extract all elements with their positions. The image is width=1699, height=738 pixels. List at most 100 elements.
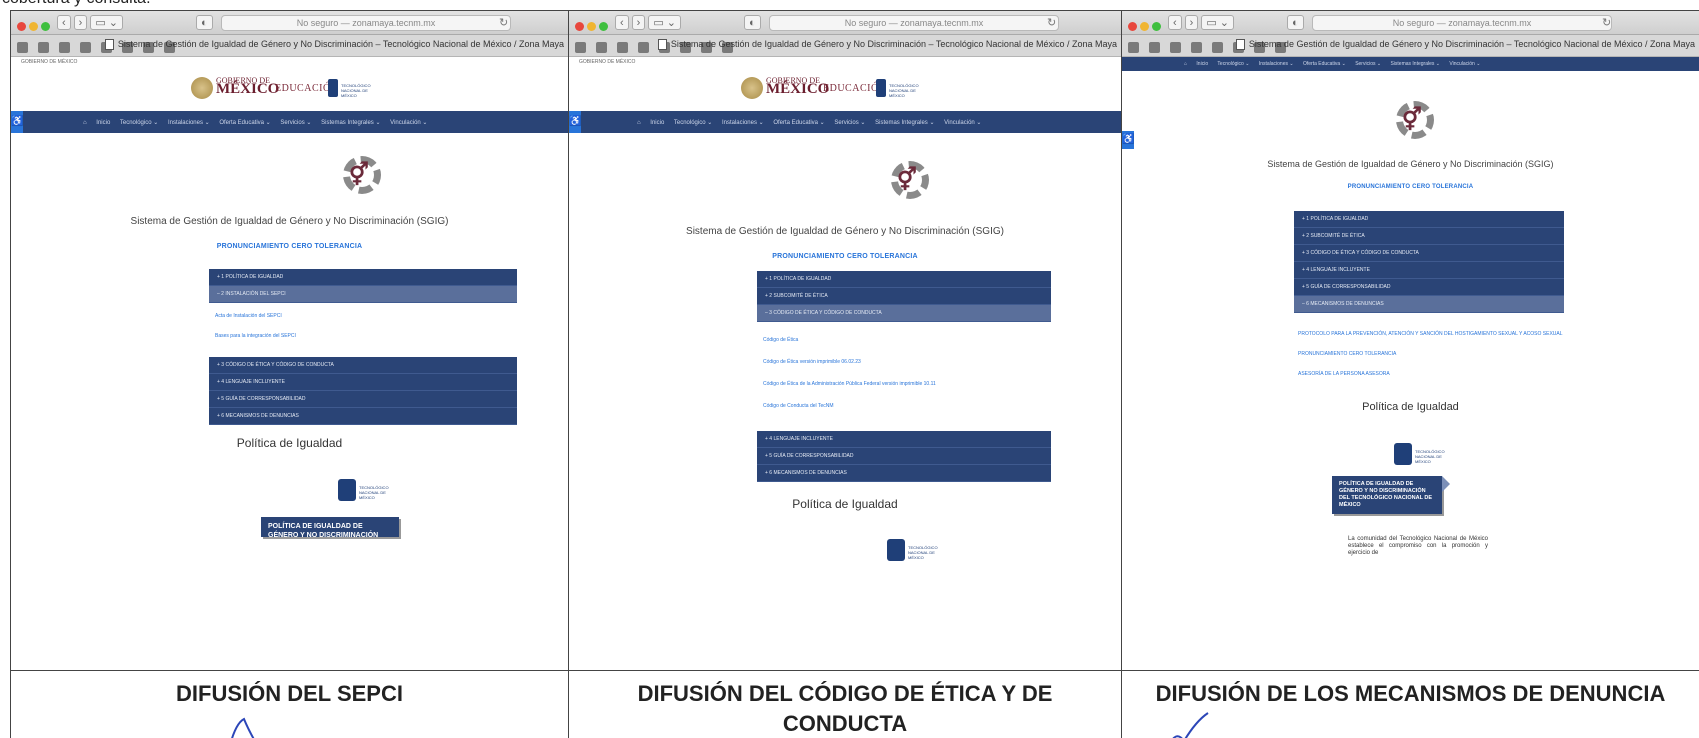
- nav-item-servicios[interactable]: Servicios ⌄: [834, 120, 865, 126]
- nav-item-inicio[interactable]: Inicio: [96, 120, 110, 126]
- home-icon[interactable]: ⌂: [637, 120, 641, 126]
- address-bar[interactable]: No seguro — zonamaya.tecnm.mx: [221, 15, 511, 31]
- screenshot-table: ‹ › ▭ ⌄ ◐ No seguro — zonamaya.tecnm.mx ↻ …: [10, 10, 1699, 738]
- nav-item-instalaciones[interactable]: Instalaciones ⌄: [1259, 61, 1294, 67]
- tecnm-logo-icon[interactable]: [876, 79, 886, 97]
- accordion-item[interactable]: + 5 GUÍA DE CORRESPONSABILIDAD: [1294, 279, 1564, 296]
- nav-item-vinculacion[interactable]: Vinculación ⌄: [390, 120, 427, 126]
- nav-item-vinculacion[interactable]: Vinculación ⌄: [1449, 61, 1480, 67]
- nav-item-tecnologico[interactable]: Tecnológico ⌄: [1217, 61, 1249, 67]
- accordion-item[interactable]: + 1 POLÍTICA DE IGUALDAD: [1294, 211, 1564, 228]
- link-codigo-conducta[interactable]: Código de Conducta del TecNM: [763, 403, 936, 409]
- accordion-item-open[interactable]: – 6 MECANISMOS DE DENUNCIAS: [1294, 296, 1564, 313]
- nav-item-vinculacion[interactable]: Vinculación ⌄: [944, 120, 981, 126]
- nav-item-oferta[interactable]: Oferta Educativa ⌄: [219, 120, 270, 126]
- privacy-icon[interactable]: ◐: [744, 15, 764, 30]
- gobierno-logo[interactable]: GOBIERNO DE MÉXICO: [216, 76, 279, 97]
- caption-codigo: DIFUSIÓN DEL CÓDIGO DE ÉTICA Y DE CONDUC…: [568, 670, 1122, 738]
- link-codigo-imprimible[interactable]: Código de Ética versión imprimible 06.02…: [763, 359, 936, 365]
- home-icon[interactable]: ⌂: [1184, 61, 1187, 67]
- accessibility-icon[interactable]: ♿: [569, 111, 581, 133]
- accordion-links: PROTOCOLO PARA LA PREVENCIÓN, ATENCIÓN Y…: [1298, 331, 1563, 377]
- accordion-top: + 1 POLÍTICA DE IGUALDAD – 2 INSTALACIÓN…: [209, 269, 517, 303]
- accordion-item-open[interactable]: – 3 CÓDIGO DE ÉTICA Y CÓDIGO DE CONDUCTA: [757, 305, 1051, 322]
- reload-icon[interactable]: ↻: [499, 16, 508, 29]
- screenshot-cell-sepci: ‹ › ▭ ⌄ ◐ No seguro — zonamaya.tecnm.mx ↻ …: [10, 10, 569, 671]
- window-controls[interactable]: [1128, 18, 1164, 36]
- link-asesoria[interactable]: ASESORÍA DE LA PERSONA ASESORA: [1298, 371, 1563, 377]
- sgig-title: Sistema de Gestión de Igualdad de Género…: [130, 216, 449, 227]
- header-logos: GOBIERNO DE MÉXICO EDUCACIÓN TECNOLÓGICO …: [12, 71, 568, 111]
- link-pronunciamiento[interactable]: PRONUNCIAMIENTO CERO TOLERANCIA: [1298, 351, 1563, 357]
- pronunciamiento-link[interactable]: PRONUNCIAMIENTO CERO TOLERANCIA: [1123, 184, 1699, 190]
- accordion-item[interactable]: + 1 POLÍTICA DE IGUALDAD: [757, 271, 1051, 288]
- site-navbar: ♿ ⌂ Inicio Tecnológico ⌄ Instalaciones ⌄…: [11, 111, 568, 133]
- window-controls[interactable]: [17, 18, 53, 36]
- nav-item-instalaciones[interactable]: Instalaciones ⌄: [722, 120, 764, 126]
- signature-icon: [231, 717, 255, 738]
- nav-item-servicios[interactable]: Servicios ⌄: [280, 120, 311, 126]
- link-bases[interactable]: Bases para la integración del SEPCI: [215, 333, 296, 339]
- gobierno-logo[interactable]: GOBIERNO DE MÉXICO: [766, 76, 829, 97]
- nav-item-sistemas[interactable]: Sistemas Integrales ⌄: [875, 120, 934, 126]
- accordion-item[interactable]: + 3 CÓDIGO DE ÉTICA Y CÓDIGO DE CONDUCTA: [1294, 245, 1564, 262]
- nav-item-oferta[interactable]: Oferta Educativa ⌄: [1303, 61, 1346, 67]
- accordion-item[interactable]: + 4 LENGUAJE INCLUYENTE: [1294, 262, 1564, 279]
- accessibility-icon[interactable]: ♿: [1122, 131, 1134, 149]
- nav-item-sistemas[interactable]: Sistemas Integrales ⌄: [1390, 61, 1440, 67]
- nav-item-servicios[interactable]: Servicios ⌄: [1355, 61, 1381, 67]
- browser-titlebar: ‹ › ▭ ⌄ ◐ No seguro — zonamaya.tecnm.mx ↻: [569, 11, 1121, 35]
- tecnm-small-logo-text: TECNOLÓGICO NACIONAL DE MÉXICO: [908, 545, 938, 560]
- nav-item-sistemas[interactable]: Sistemas Integrales ⌄: [321, 120, 380, 126]
- accordion-item[interactable]: + 1 POLÍTICA DE IGUALDAD: [209, 269, 517, 286]
- link-codigo-etica[interactable]: Código de Ética: [763, 337, 936, 343]
- tab-title[interactable]: Sistema de Gestión de Igualdad de Género…: [1235, 39, 1695, 51]
- nav-item-oferta[interactable]: Oferta Educativa ⌄: [773, 120, 824, 126]
- privacy-icon[interactable]: ◐: [196, 15, 216, 30]
- accordion-item[interactable]: + 6 MECANISMOS DE DENUNCIAS: [757, 465, 1051, 482]
- pronunciamiento-link[interactable]: PRONUNCIAMIENTO CERO TOLERANCIA: [12, 243, 568, 250]
- link-codigo-apf[interactable]: Código de Ética de la Administración Púb…: [763, 381, 936, 387]
- accordion-bottom: + 4 LENGUAJE INCLUYENTE + 5 GUÍA DE CORR…: [757, 431, 1051, 482]
- nav-item-instalaciones[interactable]: Instalaciones ⌄: [168, 120, 210, 126]
- history-buttons[interactable]: ‹ › ▭ ⌄: [57, 15, 126, 30]
- accordion-item[interactable]: + 2 SUBCOMITÉ DE ÉTICA: [1294, 228, 1564, 245]
- home-icon[interactable]: ⌂: [83, 120, 87, 126]
- browser-titlebar: ‹ › ▭ ⌄ ◐ No seguro — zonamaya.tecnm.mx ↻: [11, 11, 568, 35]
- accordion-item[interactable]: + 5 GUÍA DE CORRESPONSABILIDAD: [757, 448, 1051, 465]
- nav-item-tecnologico[interactable]: Tecnológico ⌄: [674, 120, 712, 126]
- nav-item-inicio[interactable]: Inicio: [1196, 61, 1208, 67]
- reload-icon[interactable]: ↻: [1047, 16, 1056, 29]
- accordion-links: Código de Ética Código de Ética versión …: [763, 337, 936, 409]
- browser-window: ‹ › ▭ ⌄ ◐ No seguro — zonamaya.tecnm.mx ↻ …: [11, 11, 568, 670]
- caption-text-mecanismos: DIFUSIÓN DE LOS MECANISMOS DE DENUNCIA: [1155, 681, 1666, 706]
- link-protocolo[interactable]: PROTOCOLO PARA LA PREVENCIÓN, ATENCIÓN Y…: [1298, 331, 1563, 337]
- tab-title[interactable]: Sistema de Gestión de Igualdad de Género…: [104, 39, 564, 51]
- window-controls[interactable]: [575, 18, 611, 36]
- accordion-item-open[interactable]: – 2 INSTALACIÓN DEL SEPCI: [209, 286, 517, 303]
- accordion-item[interactable]: + 6 MECANISMOS DE DENUNCIAS: [209, 408, 517, 425]
- accordion-links: Acta de Instalación del SEPCI Bases para…: [215, 313, 296, 339]
- accordion-item[interactable]: + 3 CÓDIGO DE ÉTICA Y CÓDIGO DE CONDUCTA: [209, 357, 517, 374]
- politica-title: Política de Igualdad: [792, 497, 898, 511]
- address-bar[interactable]: No seguro — zonamaya.tecnm.mx: [769, 15, 1059, 31]
- accessibility-icon[interactable]: ♿: [11, 111, 23, 133]
- accordion-item[interactable]: + 4 LENGUAJE INCLUYENTE: [209, 374, 517, 391]
- nav-menu: ⌂ Inicio Tecnológico ⌄ Instalaciones ⌄ O…: [637, 119, 989, 126]
- accordion-item[interactable]: + 2 SUBCOMITÉ DE ÉTICA: [757, 288, 1051, 305]
- nav-item-tecnologico[interactable]: Tecnológico ⌄: [120, 120, 158, 126]
- address-bar[interactable]: No seguro — zonamaya.tecnm.mx: [1312, 15, 1612, 31]
- privacy-icon[interactable]: ◐: [1287, 15, 1307, 30]
- tab-title[interactable]: Sistema de Gestión de Igualdad de Género…: [657, 39, 1117, 51]
- history-buttons[interactable]: ‹ › ▭ ⌄: [1168, 15, 1237, 30]
- history-buttons[interactable]: ‹ › ▭ ⌄: [615, 15, 684, 30]
- pronunciamiento-link[interactable]: PRONUNCIAMIENTO CERO TOLERANCIA: [570, 253, 1121, 260]
- header-logos: GOBIERNO DE MÉXICO EDUCACIÓN TECNOLÓGICO …: [570, 71, 1121, 111]
- tecnm-logo-icon[interactable]: [328, 79, 338, 97]
- tecnm-small-logo-text: TECNOLÓGICO NACIONAL DE MÉXICO: [359, 485, 389, 500]
- reload-icon[interactable]: ↻: [1602, 16, 1611, 29]
- link-acta[interactable]: Acta de Instalación del SEPCI: [215, 313, 296, 319]
- nav-item-inicio[interactable]: Inicio: [650, 120, 664, 126]
- accordion-item[interactable]: + 4 LENGUAJE INCLUYENTE: [757, 431, 1051, 448]
- accordion-item[interactable]: + 5 GUÍA DE CORRESPONSABILIDAD: [209, 391, 517, 408]
